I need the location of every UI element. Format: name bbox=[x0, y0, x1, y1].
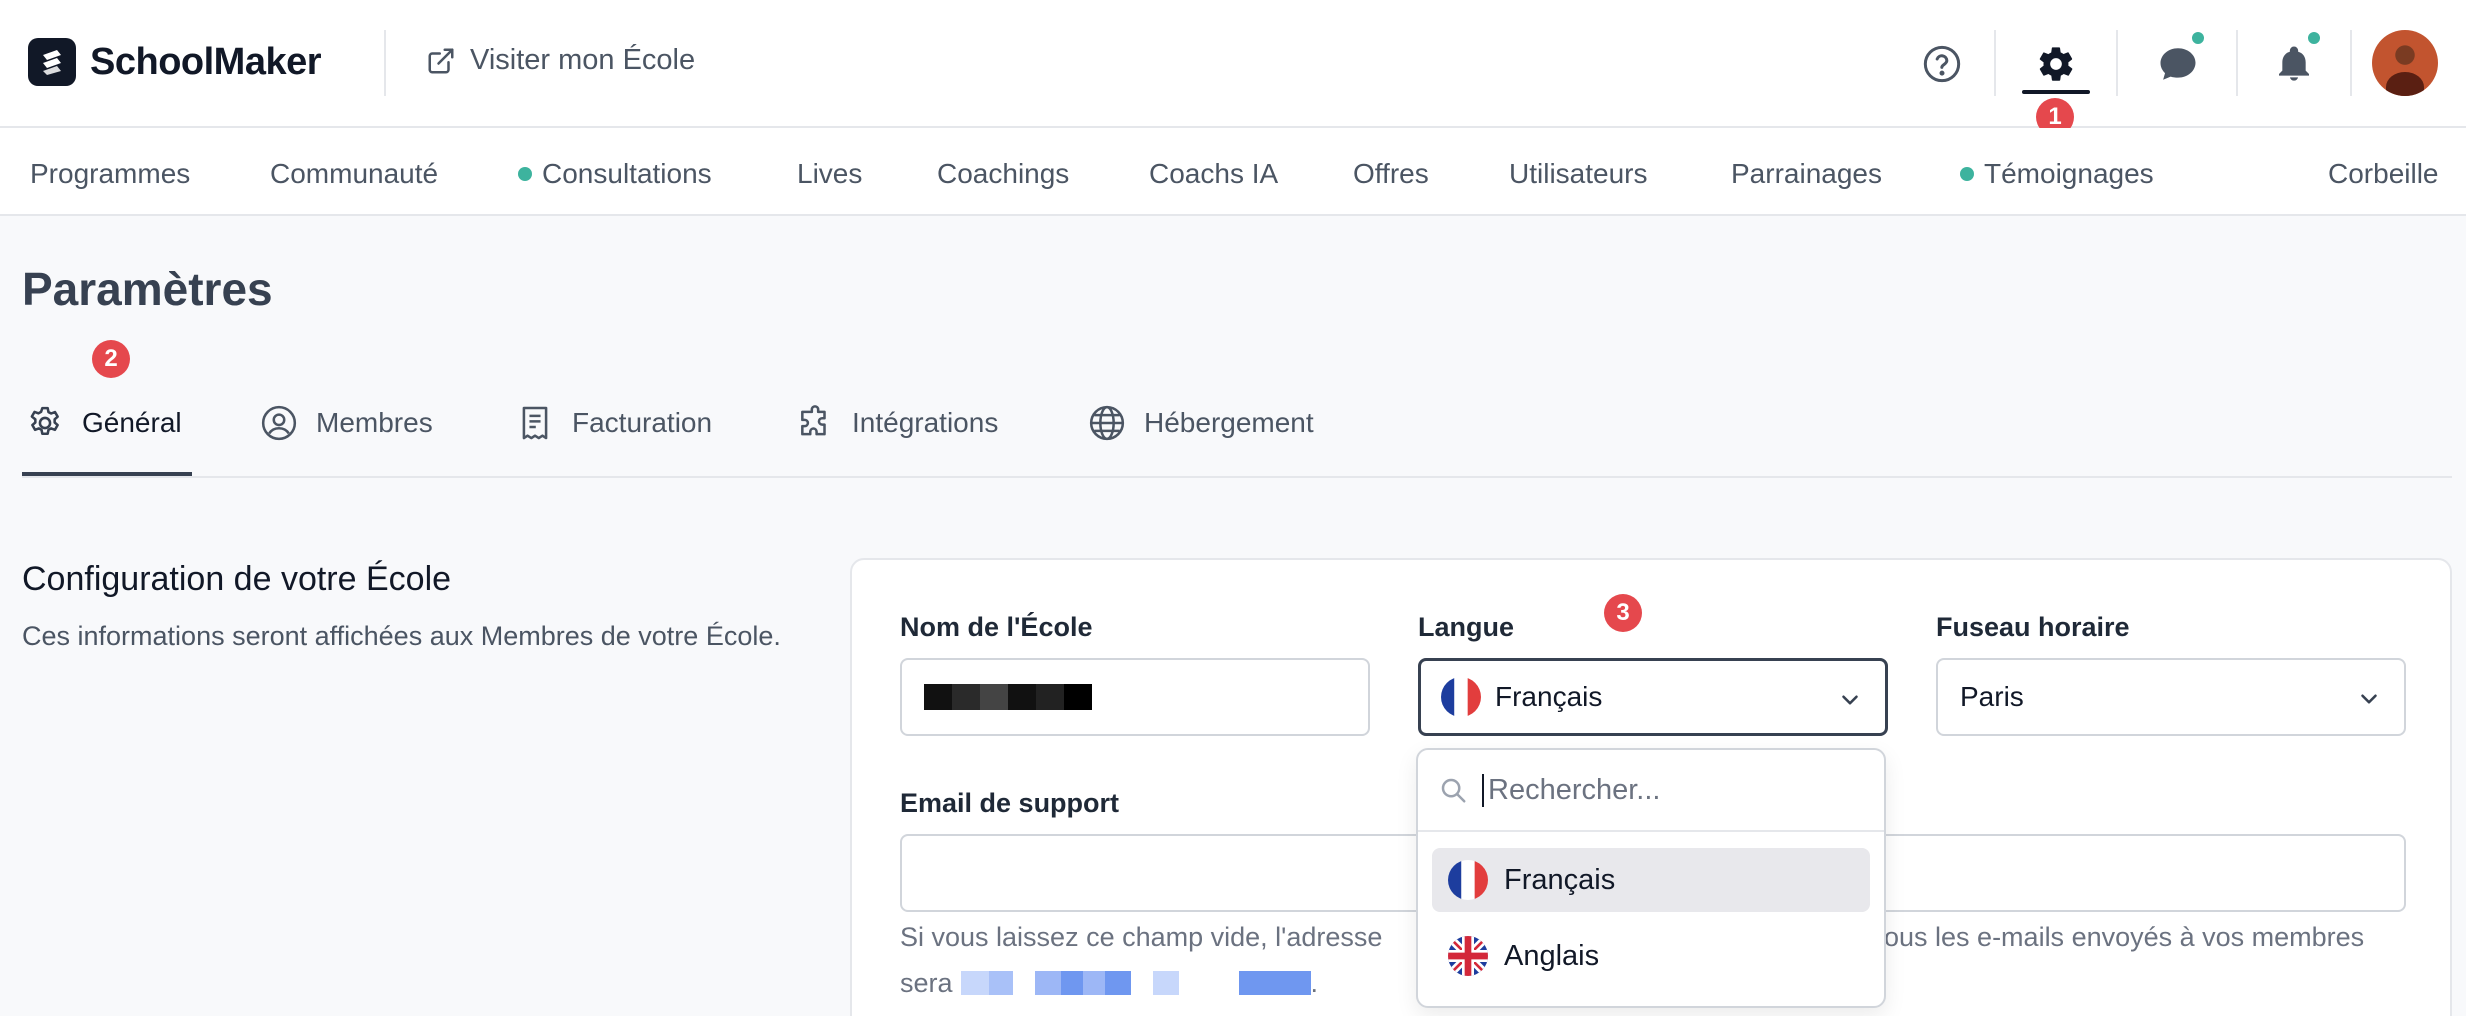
main-nav: Programmes Communauté Consultations Live… bbox=[0, 128, 2466, 216]
nav-item-communaute[interactable]: Communauté bbox=[270, 158, 438, 190]
tab-general[interactable]: Général bbox=[26, 404, 182, 442]
bell-icon bbox=[2279, 46, 2309, 81]
support-email-label: Email de support bbox=[900, 788, 1120, 818]
nav-status-dot bbox=[518, 167, 532, 181]
section-description: Ces informations seront affichées aux Me… bbox=[22, 621, 781, 651]
gear-icon bbox=[2039, 47, 2073, 81]
language-search-input[interactable] bbox=[1482, 773, 1862, 807]
nav-item-utilisateurs[interactable]: Utilisateurs bbox=[1509, 158, 1647, 190]
language-dropdown: Français Anglais bbox=[1416, 748, 1886, 1008]
nav-item-parrainages[interactable]: Parrainages bbox=[1731, 158, 1882, 190]
visit-school-link[interactable]: Visiter mon École bbox=[426, 44, 695, 77]
tab-hebergement[interactable]: Hébergement bbox=[1088, 404, 1314, 442]
nav-item-coachings[interactable]: Coachings bbox=[937, 158, 1069, 190]
nav-status-dot bbox=[1960, 167, 1974, 181]
top-header: SchoolMaker Visiter mon École 1 bbox=[0, 0, 2466, 136]
timezone-select[interactable]: Paris bbox=[1936, 658, 2406, 736]
annotation-badge-3: 3 bbox=[1604, 594, 1642, 632]
nav-item-temoignages[interactable]: Témoignages bbox=[1960, 158, 2154, 190]
external-link-icon bbox=[428, 48, 454, 73]
receipt-icon bbox=[522, 406, 548, 440]
tab-facturation-label: Facturation bbox=[572, 407, 713, 438]
settings-tabs: Général Membres Facturation Intégrations… bbox=[22, 396, 2452, 478]
settings-active-indicator bbox=[2022, 90, 2090, 94]
support-email-help-line2: sera . bbox=[900, 968, 1319, 998]
help-icon bbox=[1923, 45, 1961, 83]
france-flag-icon bbox=[1441, 677, 1481, 717]
timezone-label: Fuseau horaire bbox=[1936, 612, 2130, 642]
section-title: Configuration de votre École bbox=[22, 560, 452, 598]
tab-hebergement-label: Hébergement bbox=[1144, 407, 1314, 438]
nav-item-programmes[interactable]: Programmes bbox=[30, 158, 190, 190]
tab-membres[interactable]: Membres bbox=[260, 404, 433, 442]
tab-integrations-label: Intégrations bbox=[852, 407, 999, 438]
language-select-value: Français bbox=[1495, 681, 1603, 712]
annotation-badge-2: 2 bbox=[92, 340, 130, 378]
search-icon bbox=[1441, 778, 1466, 803]
chevron-down-icon bbox=[2361, 694, 2377, 704]
redacted-email bbox=[960, 971, 1311, 995]
header-divider bbox=[2350, 30, 2352, 96]
language-label: Langue bbox=[1418, 612, 1515, 642]
globe-icon bbox=[1089, 405, 1125, 441]
chat-icon bbox=[2160, 48, 2196, 80]
schoolmaker-logo-icon bbox=[28, 38, 76, 86]
chevron-down-icon bbox=[1842, 695, 1858, 705]
language-option-anglais[interactable]: Anglais bbox=[1432, 924, 1870, 988]
uk-flag-icon bbox=[1448, 936, 1488, 976]
brand-logo[interactable]: SchoolMaker bbox=[28, 38, 322, 86]
language-option-label: Anglais bbox=[1504, 939, 1600, 972]
nav-item-lives[interactable]: Lives bbox=[797, 158, 862, 190]
support-email-help-end: ous les e-mails envoyés à vos membres bbox=[1884, 922, 2365, 952]
timezone-select-value: Paris bbox=[1960, 681, 2024, 712]
tab-facturation[interactable]: Facturation bbox=[516, 404, 712, 442]
messages-unread-dot bbox=[2190, 30, 2206, 46]
school-name-label: Nom de l'École bbox=[900, 612, 1093, 642]
language-option-label: Français bbox=[1504, 863, 1616, 896]
nav-item-corbeille[interactable]: Corbeille bbox=[2328, 158, 2439, 190]
france-flag-icon bbox=[1448, 860, 1488, 900]
nav-item-coachs-ia[interactable]: Coachs IA bbox=[1149, 158, 1278, 190]
gear-icon bbox=[30, 406, 59, 436]
header-divider bbox=[2116, 30, 2118, 96]
nav-item-offres[interactable]: Offres bbox=[1353, 158, 1429, 190]
user-circle-icon bbox=[261, 405, 297, 441]
user-avatar[interactable] bbox=[2372, 30, 2438, 96]
language-search bbox=[1418, 750, 1884, 832]
header-divider bbox=[2236, 30, 2238, 96]
header-divider bbox=[384, 30, 386, 96]
language-select[interactable]: Français bbox=[1418, 658, 1888, 736]
nav-item-consultations[interactable]: Consultations bbox=[518, 158, 712, 190]
tab-general-label: Général bbox=[82, 407, 182, 438]
visit-school-label: Visiter mon École bbox=[470, 44, 696, 76]
brand-name: SchoolMaker bbox=[90, 40, 322, 83]
active-tab-indicator bbox=[22, 472, 192, 476]
redacted-value bbox=[924, 684, 1092, 710]
settings-button[interactable] bbox=[2026, 34, 2086, 94]
school-name-input[interactable] bbox=[900, 658, 1370, 736]
language-option-francais[interactable]: Français bbox=[1432, 848, 1870, 912]
support-email-help-start: Si vous laissez ce champ vide, l'adresse bbox=[900, 922, 1383, 952]
page-title: Paramètres bbox=[22, 263, 273, 315]
header-divider bbox=[1994, 30, 1996, 96]
notifications-unread-dot bbox=[2306, 30, 2322, 46]
tab-membres-label: Membres bbox=[316, 407, 433, 438]
puzzle-icon bbox=[801, 405, 826, 436]
help-button[interactable] bbox=[1912, 34, 1972, 94]
tab-integrations[interactable]: Intégrations bbox=[796, 404, 998, 442]
